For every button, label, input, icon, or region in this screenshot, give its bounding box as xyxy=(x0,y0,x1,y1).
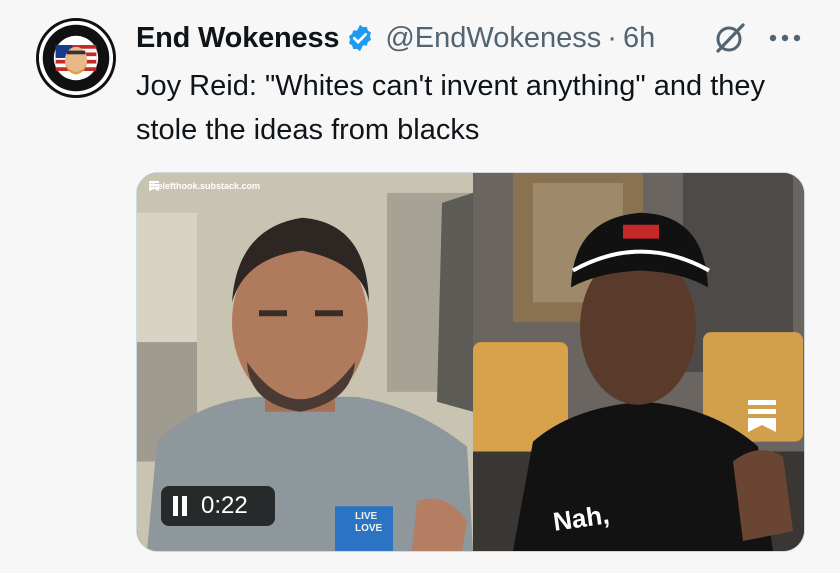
tweet-timestamp[interactable]: 6h xyxy=(623,22,655,55)
video-player[interactable]: thelefthook.substack.com LIVE LOVE Nah, … xyxy=(136,172,805,552)
author-avatar[interactable] xyxy=(36,18,116,98)
tweet-header: End Wokeness @EndWokeness · 6h xyxy=(136,18,655,58)
author-name[interactable]: End Wokeness xyxy=(136,22,340,55)
pause-icon[interactable] xyxy=(173,496,187,516)
grok-icon[interactable] xyxy=(712,20,748,56)
avatar-logo xyxy=(39,21,113,95)
play-pause-control[interactable]: 0:22 xyxy=(161,486,275,526)
author-handle[interactable]: @EndWokeness xyxy=(385,22,601,55)
tweet-text: Joy Reid: "Whites can't invent anything"… xyxy=(136,70,766,146)
verified-badge-icon[interactable] xyxy=(345,23,375,53)
video-source-label: thelefthook.substack.com xyxy=(149,181,261,191)
left-shirt-line-2: LOVE xyxy=(355,523,383,534)
right-speaker-image xyxy=(473,173,804,551)
separator-dot: · xyxy=(607,21,617,54)
video-source: thelefthook.substack.com xyxy=(149,181,260,191)
left-shirt-line-1: LIVE xyxy=(355,511,378,522)
more-options-icon[interactable] xyxy=(765,24,805,52)
video-right-panel: Nah, xyxy=(473,173,804,551)
video-duration: 0:22 xyxy=(201,492,248,519)
left-shirt-text: LIVE LOVE xyxy=(355,511,382,535)
substack-small-icon xyxy=(149,181,159,191)
substack-icon[interactable] xyxy=(748,400,776,432)
